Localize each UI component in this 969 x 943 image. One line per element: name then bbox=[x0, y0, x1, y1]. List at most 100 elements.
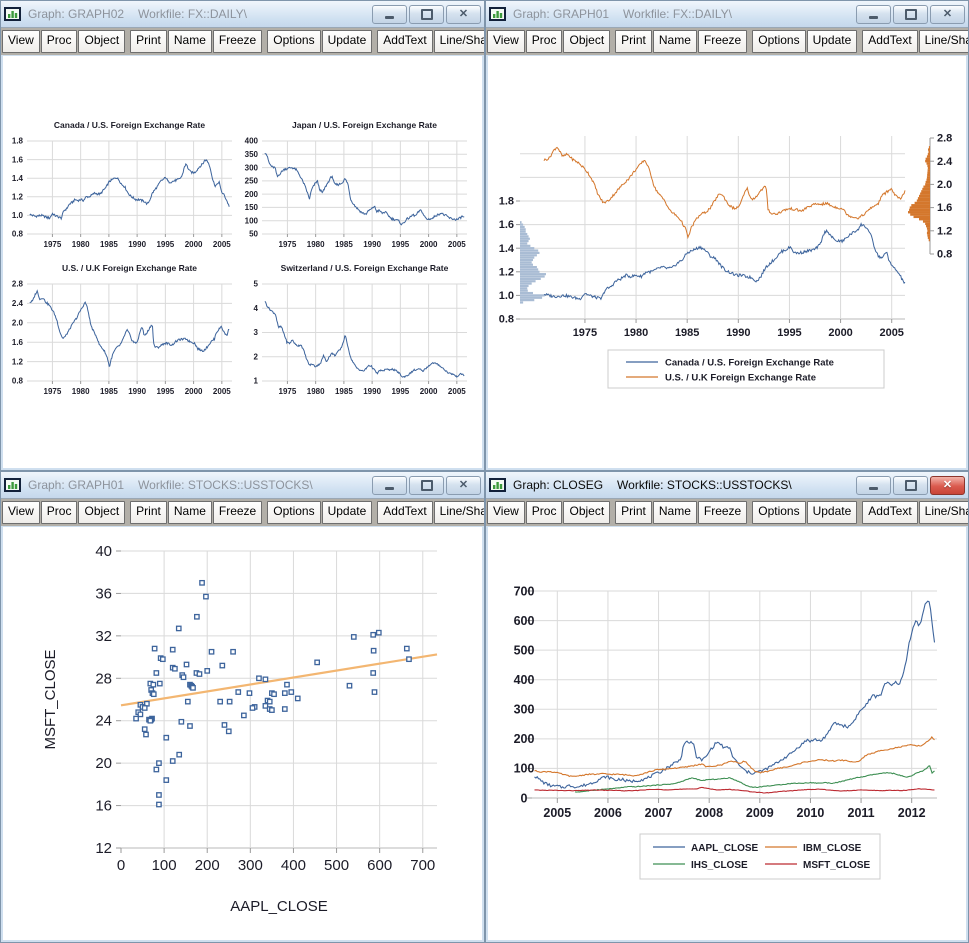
close-button[interactable]: ✕ bbox=[446, 5, 481, 24]
svg-text:2.8: 2.8 bbox=[12, 280, 24, 289]
toolbar-button-update[interactable]: Update bbox=[807, 501, 858, 524]
svg-text:MSFT_CLOSE: MSFT_CLOSE bbox=[42, 649, 59, 749]
toolbar-button-view[interactable]: View bbox=[2, 501, 40, 524]
svg-text:1990: 1990 bbox=[128, 387, 146, 396]
svg-text:2005: 2005 bbox=[448, 387, 466, 396]
toolbar-button-update[interactable]: Update bbox=[322, 30, 373, 53]
close-button[interactable]: ✕ bbox=[930, 5, 965, 24]
svg-text:2.0: 2.0 bbox=[12, 319, 24, 328]
toolbar-button-addtext[interactable]: AddText bbox=[377, 30, 432, 53]
titlebar-graph01stocks[interactable]: Graph: GRAPH01Workfile: STOCKS::USSTOCKS… bbox=[1, 472, 484, 498]
minimize-button[interactable] bbox=[372, 476, 407, 495]
minimize-icon bbox=[869, 16, 878, 19]
svg-text:1: 1 bbox=[254, 377, 259, 386]
svg-text:2.4: 2.4 bbox=[937, 156, 953, 168]
svg-text:0.8: 0.8 bbox=[12, 230, 24, 239]
toolbar-button-object[interactable]: Object bbox=[563, 30, 610, 53]
toolbar-button-line-shade[interactable]: Line/Shade bbox=[919, 30, 968, 53]
toolbar-button-proc[interactable]: Proc bbox=[41, 30, 78, 53]
svg-text:300: 300 bbox=[245, 163, 259, 172]
titlebar-graph01fx[interactable]: Graph: GRAPH01Workfile: FX::DAILY\ ✕ bbox=[486, 1, 968, 27]
svg-text:600: 600 bbox=[514, 614, 535, 628]
toolbar-button-print[interactable]: Print bbox=[130, 501, 167, 524]
svg-text:2000: 2000 bbox=[420, 387, 438, 396]
toolbar-button-view[interactable]: View bbox=[487, 501, 525, 524]
toolbar-button-view[interactable]: View bbox=[2, 30, 40, 53]
toolbar-button-freeze[interactable]: Freeze bbox=[698, 30, 747, 53]
svg-text:1.4: 1.4 bbox=[12, 174, 24, 183]
svg-text:200: 200 bbox=[514, 732, 535, 746]
toolbar-button-view[interactable]: View bbox=[487, 30, 525, 53]
svg-text:16: 16 bbox=[95, 798, 112, 815]
maximize-button[interactable] bbox=[893, 476, 928, 495]
toolbar-button-line-shade[interactable]: Line/Shade bbox=[434, 501, 484, 524]
toolbar-button-print[interactable]: Print bbox=[615, 30, 652, 53]
svg-text:2012: 2012 bbox=[898, 806, 926, 820]
svg-text:1.2: 1.2 bbox=[12, 193, 24, 202]
close-button[interactable]: ✕ bbox=[930, 476, 965, 495]
toolbar-button-proc[interactable]: Proc bbox=[526, 501, 563, 524]
toolbar-button-line-shade[interactable]: Line/Shade bbox=[434, 30, 484, 53]
toolbar-button-update[interactable]: Update bbox=[807, 30, 858, 53]
svg-text:1990: 1990 bbox=[128, 240, 146, 249]
toolbar-button-proc[interactable]: Proc bbox=[526, 30, 563, 53]
maximize-button[interactable] bbox=[893, 5, 928, 24]
svg-text:AAPL_CLOSE: AAPL_CLOSE bbox=[230, 898, 328, 915]
svg-text:Switzerland / U.S. Foreign Exc: Switzerland / U.S. Foreign Exchange Rate bbox=[281, 263, 449, 273]
svg-text:U.S. / U.K Foreign Exchange Ra: U.S. / U.K Foreign Exchange Rate bbox=[665, 373, 816, 384]
close-icon: ✕ bbox=[943, 480, 952, 491]
toolbar-button-proc[interactable]: Proc bbox=[41, 501, 78, 524]
toolbar-button-options[interactable]: Options bbox=[267, 30, 320, 53]
minimize-icon bbox=[869, 487, 878, 490]
maximize-button[interactable] bbox=[409, 5, 444, 24]
svg-text:2000: 2000 bbox=[185, 387, 203, 396]
graph01fx-content: 19751980198519901995200020050.81.01.21.4… bbox=[488, 56, 966, 468]
svg-text:600: 600 bbox=[367, 857, 392, 874]
toolbar-button-freeze[interactable]: Freeze bbox=[698, 501, 747, 524]
toolbar-button-name[interactable]: Name bbox=[653, 501, 697, 524]
toolbar-button-freeze[interactable]: Freeze bbox=[213, 30, 262, 53]
svg-text:IHS_CLOSE: IHS_CLOSE bbox=[691, 860, 748, 871]
toolbar-button-object[interactable]: Object bbox=[78, 501, 125, 524]
fx-legend: Canada / U.S. Foreign Exchange Rate U.S. … bbox=[608, 350, 884, 388]
toolbar-button-options[interactable]: Options bbox=[752, 30, 805, 53]
svg-text:36: 36 bbox=[95, 585, 112, 602]
toolbar-button-object[interactable]: Object bbox=[563, 501, 610, 524]
svg-text:300: 300 bbox=[514, 703, 535, 717]
close-icon: ✕ bbox=[459, 480, 468, 491]
toolbar-button-update[interactable]: Update bbox=[322, 501, 373, 524]
titlebar-closeg[interactable]: Graph: CLOSEGWorkfile: STOCKS::USSTOCKS\… bbox=[486, 472, 968, 498]
toolbar-button-options[interactable]: Options bbox=[752, 501, 805, 524]
svg-text:2000: 2000 bbox=[420, 240, 438, 249]
toolbar-button-options[interactable]: Options bbox=[267, 501, 320, 524]
svg-text:12: 12 bbox=[95, 840, 112, 857]
toolbar-button-addtext[interactable]: AddText bbox=[862, 30, 917, 53]
svg-text:24: 24 bbox=[95, 713, 112, 730]
maximize-button[interactable] bbox=[409, 476, 444, 495]
toolbar-graph01fx: ViewProcObjectPrintNameFreezeOptionsUpda… bbox=[486, 27, 968, 55]
svg-text:32: 32 bbox=[95, 628, 112, 645]
toolbar-button-name[interactable]: Name bbox=[653, 30, 697, 53]
toolbar-button-object[interactable]: Object bbox=[78, 30, 125, 53]
titlebar-graph02[interactable]: Graph: GRAPH02Workfile: FX::DAILY\ ✕ bbox=[1, 1, 484, 27]
svg-text:2.8: 2.8 bbox=[937, 133, 952, 145]
svg-text:1.8: 1.8 bbox=[12, 137, 24, 146]
window-closeg: Graph: CLOSEGWorkfile: STOCKS::USSTOCKS\… bbox=[485, 471, 969, 943]
toolbar-button-freeze[interactable]: Freeze bbox=[213, 501, 262, 524]
toolbar-button-print[interactable]: Print bbox=[130, 30, 167, 53]
toolbar-button-print[interactable]: Print bbox=[615, 501, 652, 524]
graph02-content: Canada / U.S. Foreign Exchange Rate0.81.… bbox=[3, 56, 482, 468]
toolbar-button-addtext[interactable]: AddText bbox=[862, 501, 917, 524]
minimize-button[interactable] bbox=[372, 5, 407, 24]
graph-app-icon bbox=[4, 7, 22, 22]
toolbar-button-name[interactable]: Name bbox=[168, 501, 212, 524]
minimize-button[interactable] bbox=[856, 5, 891, 24]
minimize-button[interactable] bbox=[856, 476, 891, 495]
toolbar-button-addtext[interactable]: AddText bbox=[377, 501, 432, 524]
close-button[interactable]: ✕ bbox=[446, 476, 481, 495]
window-title: Graph: CLOSEGWorkfile: STOCKS::USSTOCKS\ bbox=[513, 478, 850, 492]
svg-text:Canada / U.S. Foreign Exchange: Canada / U.S. Foreign Exchange Rate bbox=[665, 358, 834, 369]
toolbar-button-name[interactable]: Name bbox=[168, 30, 212, 53]
toolbar-button-line-shade[interactable]: Line/Shade bbox=[919, 501, 968, 524]
svg-text:1980: 1980 bbox=[72, 387, 90, 396]
